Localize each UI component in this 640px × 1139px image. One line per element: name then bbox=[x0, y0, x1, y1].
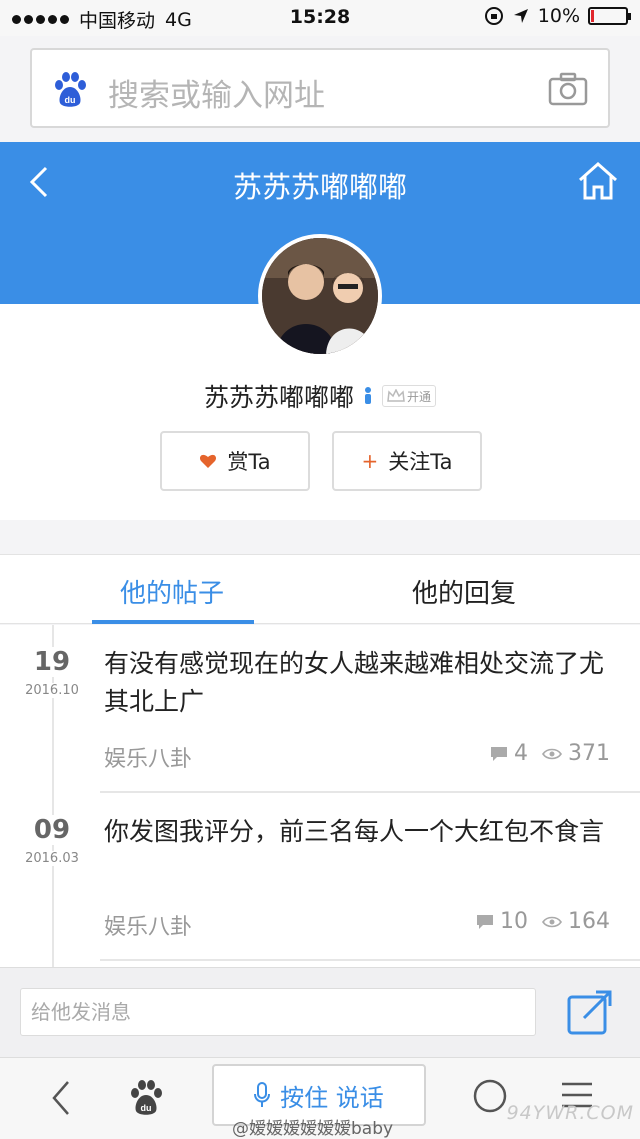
svg-text:du: du bbox=[65, 95, 76, 105]
message-bar: 给他发消息 bbox=[0, 967, 640, 1057]
list-item[interactable]: 19 2016.10 有没有感觉现在的女人越来越难相处交流了尤其北上广 娱乐八卦… bbox=[0, 625, 640, 793]
tab-posts[interactable]: 他的帖子 bbox=[120, 573, 224, 610]
view-count: 164 bbox=[568, 909, 610, 934]
heart-icon bbox=[200, 454, 217, 468]
microphone-icon bbox=[254, 1082, 271, 1107]
vip-label: 开通 bbox=[407, 389, 432, 404]
post-date: 2016.03 bbox=[14, 851, 90, 866]
plus-icon: + bbox=[361, 449, 379, 473]
watermark-site: 94YWR.COM bbox=[506, 1102, 634, 1124]
profile-actions: 赏Ta + 关注Ta bbox=[160, 431, 482, 491]
post-day: 09 bbox=[18, 815, 86, 845]
active-tab-indicator bbox=[92, 620, 254, 624]
post-title[interactable]: 你发图我评分，前三名每人一个大红包不食言 bbox=[104, 813, 624, 851]
username: 苏苏苏嘟嘟嘟 bbox=[203, 383, 354, 412]
search-input[interactable]: du 搜索或输入网址 bbox=[30, 48, 610, 128]
profile-card: 苏苏苏嘟嘟嘟 开通 赏Ta + 关注Ta bbox=[0, 234, 640, 520]
post-title[interactable]: 有没有感觉现在的女人越来越难相处交流了尤其北上广 bbox=[104, 645, 624, 721]
comment-count: 10 bbox=[500, 909, 528, 934]
vip-badge[interactable]: 开通 bbox=[382, 385, 437, 407]
watermark-user: @嫒嫒嫒嫒嫒嫒baby bbox=[232, 1119, 394, 1139]
message-input[interactable]: 给他发消息 bbox=[20, 988, 536, 1036]
bottom-toolbar: du 按住 说话 @嫒嫒嫒嫒嫒嫒baby 94YWR.COM bbox=[0, 1057, 640, 1139]
compose-icon[interactable] bbox=[566, 988, 614, 1036]
post-stats: 4 371 bbox=[490, 741, 610, 766]
eye-icon bbox=[542, 748, 562, 759]
home-icon[interactable] bbox=[576, 160, 620, 202]
comment-icon bbox=[491, 746, 507, 761]
reward-label: 赏Ta bbox=[227, 450, 271, 474]
nav-back-icon[interactable] bbox=[48, 1078, 74, 1118]
avatar-photo bbox=[262, 238, 378, 354]
search-placeholder: 搜索或输入网址 bbox=[108, 78, 325, 114]
crown-icon bbox=[387, 389, 405, 402]
battery-percent: 10% bbox=[537, 5, 580, 27]
post-divider bbox=[100, 959, 640, 961]
list-item[interactable]: 09 2016.03 你发图我评分，前三名每人一个大红包不食言 娱乐八卦 10 … bbox=[0, 793, 640, 961]
tab-replies[interactable]: 他的回复 bbox=[412, 573, 516, 610]
post-stats: 10 164 bbox=[476, 909, 610, 934]
battery-fill bbox=[591, 10, 594, 22]
eye-icon bbox=[542, 916, 562, 927]
location-icon bbox=[513, 9, 528, 23]
browser-search-bar: du 搜索或输入网址 bbox=[0, 36, 640, 142]
post-day: 19 bbox=[18, 647, 86, 677]
gender-icon bbox=[365, 387, 371, 404]
post-category[interactable]: 娱乐八卦 bbox=[104, 909, 192, 941]
refresh-icon[interactable] bbox=[472, 1078, 508, 1114]
content-tabs: 他的帖子 他的回复 bbox=[0, 554, 640, 624]
comment-count: 4 bbox=[514, 741, 528, 766]
svg-text:du: du bbox=[141, 1103, 152, 1113]
page-title: 苏苏苏嘟嘟嘟 bbox=[232, 170, 407, 204]
post-list: 19 2016.10 有没有感觉现在的女人越来越难相处交流了尤其北上广 娱乐八卦… bbox=[0, 625, 640, 967]
voice-label: 按住 说话 bbox=[280, 1083, 384, 1112]
view-count: 371 bbox=[568, 741, 610, 766]
post-category[interactable]: 娱乐八卦 bbox=[104, 741, 192, 773]
rotation-lock-icon bbox=[484, 7, 503, 25]
username-row: 苏苏苏嘟嘟嘟 开通 bbox=[0, 378, 640, 414]
follow-label: 关注Ta bbox=[388, 450, 453, 474]
reward-button[interactable]: 赏Ta bbox=[160, 431, 310, 491]
post-date: 2016.10 bbox=[14, 683, 90, 698]
baidu-home-icon[interactable]: du bbox=[126, 1078, 166, 1118]
status-right: 10% bbox=[484, 5, 631, 27]
camera-icon[interactable] bbox=[548, 72, 588, 106]
battery-icon bbox=[588, 7, 631, 25]
baidu-paw-icon: du bbox=[55, 72, 86, 107]
avatar[interactable] bbox=[258, 234, 382, 358]
follow-button[interactable]: + 关注Ta bbox=[332, 431, 482, 491]
comment-icon bbox=[477, 914, 493, 929]
status-bar: 中国移动 4G 15:28 10% bbox=[0, 0, 640, 36]
